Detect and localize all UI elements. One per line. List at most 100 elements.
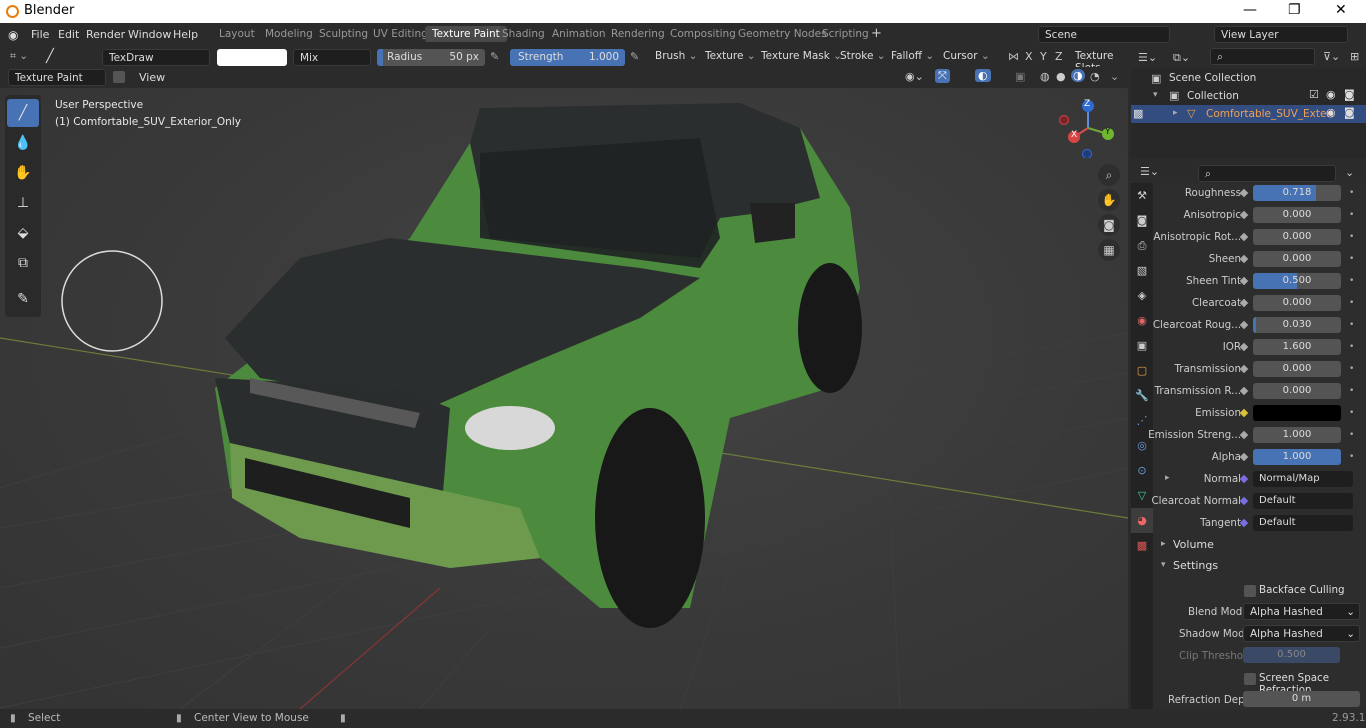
property-value-field[interactable]: Normal/Map <box>1253 471 1353 487</box>
socket-icon[interactable] <box>1239 254 1249 264</box>
paint-mask-icon[interactable] <box>113 71 125 83</box>
property-value-field[interactable]: 0.000 <box>1253 361 1341 377</box>
collection-tab-icon[interactable]: ▣ <box>1131 333 1153 358</box>
keyframe-icon[interactable]: • <box>1349 364 1354 374</box>
shading-rendered-icon[interactable]: ◔ <box>1090 70 1100 83</box>
new-collection-icon[interactable]: ⊞ <box>1350 50 1359 63</box>
property-value-field[interactable]: 0.000 <box>1253 295 1341 311</box>
property-value-field[interactable]: 1.000 <box>1253 427 1341 443</box>
normal-expand-icon[interactable]: ▸ <box>1165 473 1170 483</box>
properties-search-input[interactable]: ⌕ <box>1198 165 1336 182</box>
view-layer-field[interactable]: View Layer <box>1214 26 1348 43</box>
object-visibility-icon[interactable]: ◉ <box>1326 106 1336 119</box>
menu-stroke[interactable]: Stroke <box>840 50 886 62</box>
smear-tool-icon[interactable]: ✋ <box>7 159 39 187</box>
zoom-icon[interactable]: ⌕ <box>1098 164 1120 186</box>
tab-scripting[interactable]: Scripting <box>822 28 869 40</box>
collection-checkbox[interactable]: ☑ <box>1309 88 1319 101</box>
socket-icon[interactable] <box>1239 496 1249 506</box>
volume-expand-icon[interactable]: ▸ <box>1161 539 1166 549</box>
xray-icon[interactable]: ▣ <box>1015 70 1025 83</box>
property-value-field[interactable]: Default <box>1253 493 1353 509</box>
menu-view[interactable]: View <box>139 71 165 84</box>
shading-options-icon[interactable]: ⌄ <box>1110 70 1119 83</box>
properties-options-icon[interactable]: ⌄ <box>1345 166 1354 179</box>
3d-viewport[interactable]: User Perspective (1) Comfortable_SUV_Ext… <box>0 88 1128 709</box>
object-expand-icon[interactable]: ▸ <box>1173 108 1178 118</box>
add-workspace-icon[interactable]: + <box>871 26 882 41</box>
keyframe-icon[interactable]: • <box>1349 254 1354 264</box>
section-volume[interactable]: Volume <box>1173 538 1214 551</box>
menu-edit[interactable]: Edit <box>58 28 79 41</box>
navigation-gizmo[interactable]: Z Y X <box>1058 96 1120 159</box>
outliner-scene-collection[interactable]: Scene Collection <box>1169 72 1256 84</box>
texture-tab-icon[interactable]: ▩ <box>1131 533 1153 558</box>
property-value-field[interactable]: 0.718 <box>1253 185 1341 201</box>
display-mode-icon[interactable]: ⧉⌄ <box>1173 51 1190 65</box>
menu-window[interactable]: Window <box>128 28 171 41</box>
tab-shading[interactable]: Shading <box>502 28 545 40</box>
axis-y-toggle[interactable]: Y <box>1040 50 1047 63</box>
socket-icon[interactable] <box>1239 452 1249 462</box>
shading-wireframe-icon[interactable]: ◍ <box>1040 70 1050 83</box>
radius-field[interactable]: Radius 50 px <box>377 49 485 66</box>
keyframe-icon[interactable]: • <box>1349 210 1354 220</box>
menu-help[interactable]: Help <box>173 28 198 41</box>
tab-geometry-nodes[interactable]: Geometry Nodes <box>738 28 827 40</box>
menu-falloff[interactable]: Falloff <box>891 50 934 62</box>
menu-texture-mask[interactable]: Texture Mask <box>761 50 842 62</box>
property-value-field[interactable]: 1.000 <box>1253 449 1341 465</box>
editor-type-icon[interactable]: ⌗ <box>10 50 28 63</box>
socket-icon[interactable] <box>1239 364 1249 374</box>
keyframe-icon[interactable]: • <box>1349 276 1354 286</box>
property-value-field[interactable]: 0.000 <box>1253 251 1341 267</box>
tab-texture-paint[interactable]: Texture Paint <box>425 26 507 42</box>
menu-cursor[interactable]: Cursor <box>943 50 990 62</box>
close-icon[interactable]: ✕ <box>1335 2 1347 18</box>
symmetry-icon[interactable]: ⋈ <box>1008 50 1019 63</box>
scene-tab-icon[interactable]: ◈ <box>1131 283 1153 308</box>
draw-tool-icon[interactable]: ╱ <box>7 99 39 127</box>
brush-name-field[interactable]: TexDraw <box>102 49 210 66</box>
soften-tool-icon[interactable]: 💧 <box>7 129 39 157</box>
collection-render-icon[interactable]: ◙ <box>1344 88 1355 101</box>
object-render-icon[interactable]: ◙ <box>1344 106 1355 119</box>
socket-icon[interactable] <box>1239 430 1249 440</box>
tool-tab-icon[interactable]: ⚒ <box>1131 183 1153 208</box>
brush-color-swatch[interactable] <box>217 49 287 66</box>
blend-mode-select[interactable]: Alpha Hashed ⌄ <box>1243 603 1360 620</box>
socket-icon[interactable] <box>1239 474 1249 484</box>
keyframe-icon[interactable]: • <box>1349 320 1354 330</box>
menu-file[interactable]: File <box>31 28 49 41</box>
grid-view-icon[interactable]: ▦ <box>1098 239 1120 261</box>
tab-uv-editing[interactable]: UV Editing <box>373 28 428 40</box>
socket-icon[interactable] <box>1239 320 1249 330</box>
camera-icon[interactable]: ◙ <box>1098 214 1120 236</box>
shadow-mode-select[interactable]: Alpha Hashed ⌄ <box>1243 625 1360 642</box>
socket-icon[interactable] <box>1239 408 1249 418</box>
minimize-icon[interactable]: — <box>1243 2 1257 18</box>
tab-modeling[interactable]: Modeling <box>265 28 313 40</box>
visibility-icon[interactable]: ◉⌄ <box>905 70 924 83</box>
property-value-field[interactable]: 0.030 <box>1253 317 1341 333</box>
settings-expand-icon[interactable]: ▾ <box>1161 560 1166 570</box>
refraction-depth-field[interactable]: 0 m <box>1243 691 1360 707</box>
outliner-object-row[interactable]: ▩ ▸ ▽ Comfortable_SUV_Exteri ◉ ◙ <box>1131 105 1366 123</box>
tab-animation[interactable]: Animation <box>552 28 606 40</box>
filter-icon[interactable]: ⊽⌄ <box>1323 50 1340 63</box>
property-value-field[interactable]: 0.500 <box>1253 273 1341 289</box>
world-tab-icon[interactable]: ◉ <box>1131 308 1153 333</box>
shading-solid-icon[interactable]: ● <box>1056 70 1066 83</box>
axis-x-toggle[interactable]: X <box>1025 50 1033 63</box>
keyframe-icon[interactable]: • <box>1349 188 1354 198</box>
menu-texture[interactable]: Texture <box>705 50 756 62</box>
socket-icon[interactable] <box>1239 298 1249 308</box>
annotate-tool-icon[interactable]: ✎ <box>7 285 39 313</box>
strength-pressure-icon[interactable]: ✎ <box>630 50 639 63</box>
menu-render[interactable]: Render <box>86 28 125 41</box>
section-settings[interactable]: Settings <box>1173 559 1218 572</box>
overlay-toggle-icon[interactable]: ◐ <box>975 69 991 82</box>
clone-tool-icon[interactable]: ⊥ <box>7 189 39 217</box>
strength-field[interactable]: Strength 1.000 <box>510 49 625 66</box>
keyframe-icon[interactable]: • <box>1349 386 1354 396</box>
